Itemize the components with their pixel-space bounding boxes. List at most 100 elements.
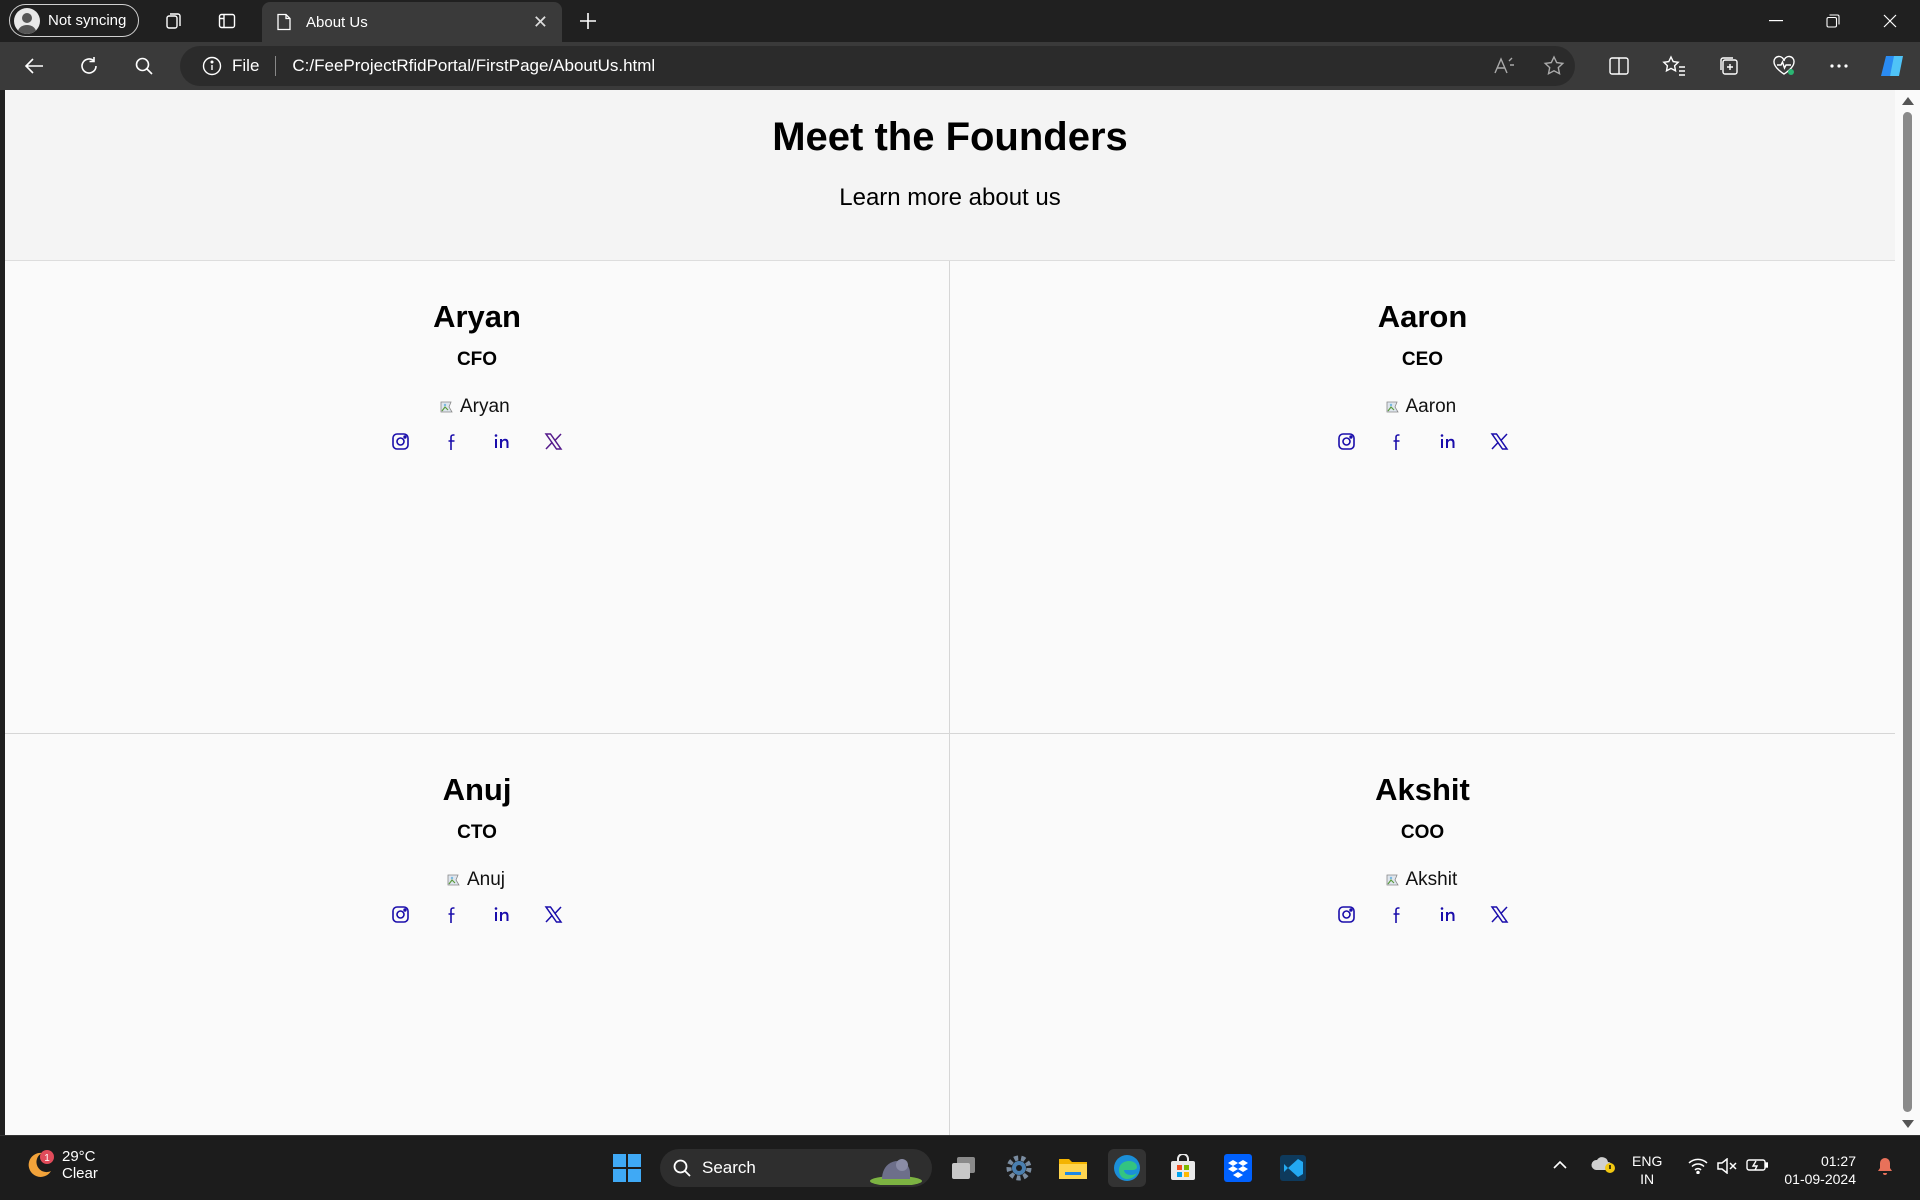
social-links xyxy=(950,432,1895,451)
edge-browser-icon[interactable] xyxy=(1108,1149,1146,1187)
workspaces-icon[interactable] xyxy=(161,8,187,34)
settings-gear-icon[interactable] xyxy=(1000,1149,1038,1187)
back-icon[interactable] xyxy=(20,52,48,80)
notification-bell-icon[interactable] xyxy=(1876,1156,1894,1180)
instagram-link[interactable] xyxy=(1336,432,1357,451)
instagram-link[interactable] xyxy=(390,905,411,924)
show-hidden-icons-icon[interactable] xyxy=(1552,1156,1568,1174)
instagram-link[interactable] xyxy=(390,432,411,451)
x-twitter-link[interactable] xyxy=(1489,905,1510,924)
copilot-icon[interactable] xyxy=(1878,52,1906,80)
scroll-down-icon[interactable] xyxy=(1902,1120,1914,1128)
language-line2: IN xyxy=(1640,1171,1655,1187)
battery-icon[interactable] xyxy=(1746,1158,1769,1176)
founder-card: Akshit COO Akshit xyxy=(950,734,1895,1135)
scroll-up-icon[interactable] xyxy=(1902,97,1914,105)
linkedin-link[interactable] xyxy=(492,432,513,451)
x-twitter-link[interactable] xyxy=(543,905,564,924)
founder-name: Anuj xyxy=(442,772,512,807)
founder-role: COO xyxy=(1400,822,1445,843)
dropbox-icon[interactable] xyxy=(1219,1149,1257,1187)
address-bar[interactable]: File C:/FeeProjectRfidPortal/FirstPage/A… xyxy=(180,46,1575,86)
instagram-icon xyxy=(1337,906,1355,923)
info-icon[interactable] xyxy=(202,56,222,76)
weather-condition: Clear xyxy=(62,1165,98,1182)
x-twitter-link[interactable] xyxy=(543,432,564,451)
facebook-icon xyxy=(1393,434,1400,450)
windows-start-icon[interactable] xyxy=(608,1149,646,1187)
scrollbar-thumb[interactable] xyxy=(1903,112,1912,1112)
broken-image-icon xyxy=(447,874,460,886)
browser-toolbar: File C:/FeeProjectRfidPortal/FirstPage/A… xyxy=(0,42,1920,90)
broken-image-icon xyxy=(1386,401,1399,413)
tab-title: About Us xyxy=(306,13,368,31)
split-screen-icon[interactable] xyxy=(1605,52,1633,80)
linkedin-link[interactable] xyxy=(1438,432,1459,451)
instagram-icon xyxy=(392,906,409,923)
url-text[interactable]: C:/FeeProjectRfidPortal/FirstPage/AboutU… xyxy=(292,56,655,76)
vscode-icon[interactable] xyxy=(1274,1149,1312,1187)
facebook-link[interactable] xyxy=(441,432,462,451)
linkedin-link[interactable] xyxy=(1438,905,1459,924)
weather-badge: 1 xyxy=(44,1153,50,1164)
page-subtitle: Learn more about us xyxy=(839,184,1061,211)
browser-titlebar: Not syncing About Us ✕ xyxy=(0,0,1920,42)
founder-photo-alt: Anuj xyxy=(467,869,506,890)
clock[interactable]: 01:27 01-09-2024 xyxy=(1784,1152,1856,1188)
favorites-icon[interactable] xyxy=(1660,52,1688,80)
linkedin-icon xyxy=(1440,434,1454,448)
weather-widget[interactable]: 1 29°C Clear xyxy=(22,1148,98,1182)
browser-essentials-icon[interactable] xyxy=(1770,52,1798,80)
close-window-icon[interactable] xyxy=(1867,4,1913,38)
founder-photo-alt: Akshit xyxy=(1405,869,1458,890)
refresh-icon[interactable] xyxy=(75,52,103,80)
collections-icon[interactable] xyxy=(1715,52,1743,80)
clock-time: 01:27 xyxy=(1820,1153,1856,1169)
page-icon xyxy=(277,13,291,31)
moon-icon: 1 xyxy=(28,1150,54,1177)
facebook-link[interactable] xyxy=(1387,432,1408,451)
task-view-icon[interactable] xyxy=(945,1149,983,1187)
volume-muted-icon[interactable] xyxy=(1716,1157,1738,1178)
search-icon[interactable] xyxy=(130,52,158,80)
founder-photo: Akshit xyxy=(1386,869,1460,891)
instagram-link[interactable] xyxy=(1336,905,1357,924)
facebook-icon xyxy=(448,434,454,450)
wifi-icon[interactable] xyxy=(1688,1158,1708,1178)
page-scrollbar[interactable] xyxy=(1895,90,1920,1135)
tab-about-us[interactable]: About Us ✕ xyxy=(262,2,562,42)
language-indicator[interactable]: ENG IN xyxy=(1632,1152,1662,1188)
page-title: Meet the Founders xyxy=(772,115,1128,159)
microsoft-store-icon[interactable] xyxy=(1164,1149,1202,1187)
x-twitter-link[interactable] xyxy=(1489,432,1510,451)
linkedin-icon xyxy=(1440,907,1454,921)
scheme-label: File xyxy=(232,56,260,75)
founder-card: Aaron CEO Aaron xyxy=(950,261,1895,734)
restore-icon[interactable] xyxy=(1810,4,1856,38)
facebook-link[interactable] xyxy=(441,905,462,924)
linkedin-icon xyxy=(494,434,509,448)
more-options-icon[interactable] xyxy=(1825,52,1853,80)
new-tab-icon[interactable] xyxy=(575,8,601,34)
vertical-tabs-icon[interactable] xyxy=(214,8,240,34)
tab-close-icon[interactable]: ✕ xyxy=(533,12,548,33)
broken-image-icon xyxy=(1386,874,1399,886)
read-aloud-icon[interactable] xyxy=(1490,52,1518,80)
founder-name: Aaron xyxy=(1377,299,1468,334)
facebook-link[interactable] xyxy=(1387,905,1408,924)
onedrive-warning-icon[interactable] xyxy=(1590,1154,1616,1178)
facebook-icon xyxy=(1393,907,1400,923)
file-explorer-icon[interactable] xyxy=(1054,1149,1092,1187)
favorite-star-icon[interactable] xyxy=(1540,52,1568,80)
clock-date: 01-09-2024 xyxy=(1784,1171,1856,1187)
linkedin-link[interactable] xyxy=(492,905,513,924)
founders-grid: Aryan CFO Aryan Aaron CEO Aaron Anuj CTO… xyxy=(5,261,1895,1135)
founder-photo-alt: Aryan xyxy=(460,396,510,417)
founder-role: CTO xyxy=(457,822,497,843)
taskbar-search[interactable]: Search xyxy=(660,1149,932,1187)
gorilla-search-highlight-icon xyxy=(870,1159,922,1185)
minimize-icon[interactable] xyxy=(1753,4,1799,38)
search-icon xyxy=(673,1159,691,1177)
profile-button[interactable]: Not syncing xyxy=(9,4,140,37)
x-twitter-icon xyxy=(544,906,563,923)
